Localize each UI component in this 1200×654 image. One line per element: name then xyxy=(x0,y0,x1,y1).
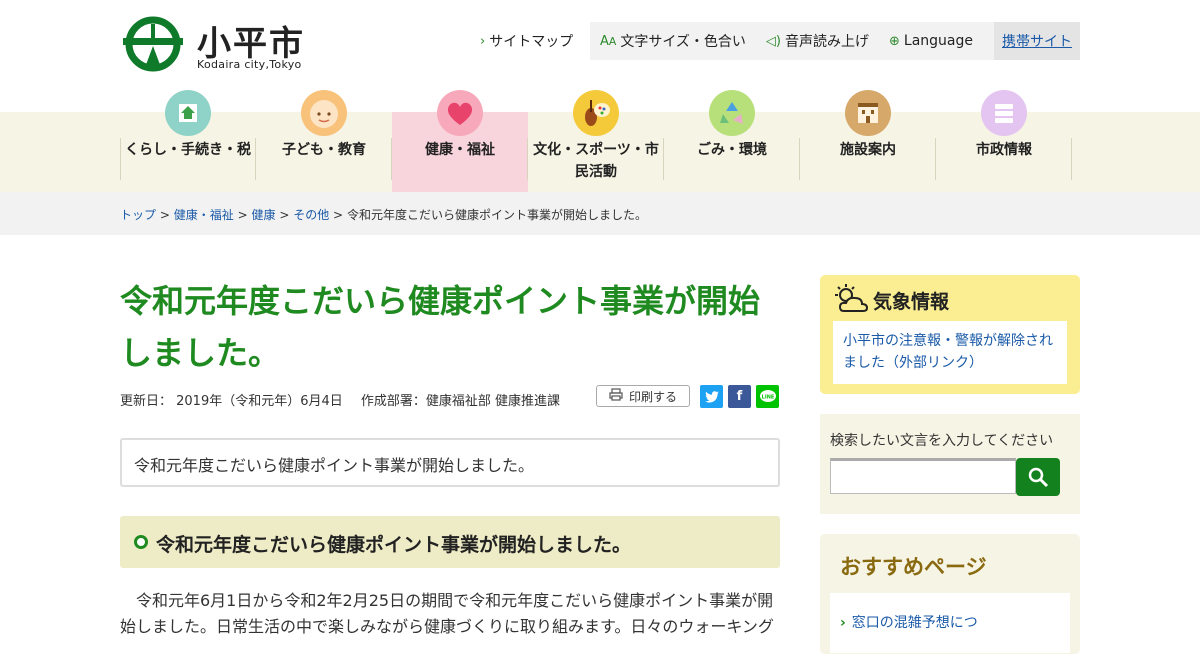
nav-item-city-info[interactable]: 市政情報 xyxy=(936,90,1072,192)
recycle-icon xyxy=(709,90,755,136)
house-icon xyxy=(165,90,211,136)
breadcrumb: トップ > 健康・福祉 > 健康 > その他 > 令和元年度こだいら健康ポイント… xyxy=(0,192,1200,235)
weather-alert-link[interactable]: 小平市の注意報・警報が解除されました（外部リンク） xyxy=(833,321,1067,384)
line-icon[interactable]: LINE xyxy=(756,385,779,408)
nav-label: ごみ・環境 xyxy=(697,142,767,158)
nav-label: 子ども・教育 xyxy=(282,142,366,158)
chevron-right-icon: › xyxy=(840,615,846,631)
breadcrumb-other[interactable]: その他 xyxy=(293,208,329,222)
sitemap-link[interactable]: › サイトマップ xyxy=(480,22,573,60)
site-logo[interactable]: 小平市 Kodaira city,Tokyo xyxy=(120,14,320,74)
read-aloud-button[interactable]: ◁) 音声読み上げ xyxy=(766,31,869,51)
search-button[interactable] xyxy=(1016,458,1060,496)
nav-label: 市政情報 xyxy=(976,142,1032,158)
nav-item-facilities[interactable]: 施設案内 xyxy=(800,90,936,192)
breadcrumb-separator: > xyxy=(159,208,170,222)
svg-text:LINE: LINE xyxy=(761,395,774,401)
weather-panel: 気象情報 小平市の注意報・警報が解除されました（外部リンク） xyxy=(820,275,1080,394)
heart-icon xyxy=(437,90,483,136)
violin-palette-icon xyxy=(573,90,619,136)
nav-item-garbage[interactable]: ごみ・環境 xyxy=(664,90,800,192)
breadcrumb-separator: > xyxy=(237,208,248,222)
search-panel: 検索したい文言を入力してください xyxy=(820,414,1080,514)
recommend-panel: おすすめページ › 窓口の混雑予想につ xyxy=(820,534,1080,654)
read-aloud-label: 音声読み上げ xyxy=(785,34,869,50)
utility-group: AA 文字サイズ・色合い ◁) 音声読み上げ ⊕ Language xyxy=(590,22,994,60)
weather-title: 気象情報 xyxy=(873,291,950,313)
page-title: 令和元年度こだいら健康ポイント事業が開始 しました。 xyxy=(120,275,780,379)
speaker-icon: ◁) xyxy=(765,33,781,49)
child-face-icon xyxy=(301,90,347,136)
nav-item-culture[interactable]: 文化・スポーツ・市民活動 xyxy=(528,90,664,192)
nav-label: 施設案内 xyxy=(840,142,896,158)
twitter-icon[interactable] xyxy=(700,385,723,408)
document-icon xyxy=(981,90,1027,136)
section-heading: 令和元年度こだいら健康ポイント事業が開始しました。 xyxy=(120,516,780,568)
summary-box: 令和元年度こだいら健康ポイント事業が開始しました。 xyxy=(120,438,780,487)
search-label: 検索したい文言を入力してください xyxy=(830,433,1054,449)
mobile-site-link[interactable]: 携帯サイト xyxy=(994,22,1080,60)
nav-label: 文化・スポーツ・市民活動 xyxy=(533,142,659,180)
logo-subtitle: Kodaira city,Tokyo xyxy=(197,58,302,71)
body-paragraph: 令和元年6月1日から令和2年2月25日の期間で令和元年度こだいら健康ポイント事業… xyxy=(120,591,774,636)
sitemap-label: サイトマップ xyxy=(489,34,574,50)
updated-date: 更新日： 2019年（令和元年）6月4日 xyxy=(120,394,343,409)
breadcrumb-separator: > xyxy=(333,208,344,222)
nav-item-children[interactable]: 子ども・教育 xyxy=(256,90,392,192)
breadcrumb-health-welfare[interactable]: 健康・福祉 xyxy=(174,208,234,222)
search-input[interactable] xyxy=(830,458,1016,494)
globe-icon: ⊕ xyxy=(889,33,900,49)
global-nav: くらし・手続き・税 子ども・教育 健康・福祉 文化・スポーツ・市民活動 ごみ・環… xyxy=(0,90,1200,192)
recommend-item-label: 窓口の混雑予想につ xyxy=(851,615,978,631)
section-heading-text: 令和元年度こだいら健康ポイント事業が開始しました。 xyxy=(156,534,632,556)
language-label: Language xyxy=(903,33,973,49)
nav-label: 健康・福祉 xyxy=(425,142,495,158)
nav-label: くらし・手続き・税 xyxy=(125,142,251,158)
recommend-list: › 窓口の混雑予想につ xyxy=(830,593,1070,653)
breadcrumb-separator: > xyxy=(279,208,290,222)
language-button[interactable]: ⊕ Language xyxy=(889,33,973,49)
heading-bullet-icon xyxy=(134,535,148,549)
mobile-site-label: 携帯サイト xyxy=(1002,34,1072,50)
print-button[interactable]: 印刷する xyxy=(596,385,690,407)
search-icon xyxy=(1028,467,1049,488)
page-title-line-2: しました。 xyxy=(120,334,281,372)
nav-item-health[interactable]: 健康・福祉 xyxy=(392,90,528,192)
facebook-icon[interactable]: f xyxy=(728,385,751,408)
page-meta: 更新日： 2019年（令和元年）6月4日 作成部署：健康福祉部 健康推進課 xyxy=(120,390,560,409)
weather-cloud-sun-icon xyxy=(832,283,870,319)
recommend-title: おすすめページ xyxy=(840,555,987,579)
breadcrumb-current: 令和元年度こだいら健康ポイント事業が開始しました。 xyxy=(346,208,647,222)
font-color-label: 文字サイズ・色合い xyxy=(620,34,746,50)
page-title-line-1: 令和元年度こだいら健康ポイント事業が開始 xyxy=(120,282,761,320)
breadcrumb-top[interactable]: トップ xyxy=(120,208,156,222)
font-color-button[interactable]: AA 文字サイズ・色合い xyxy=(600,31,746,51)
nav-item-living[interactable]: くらし・手続き・税 xyxy=(120,90,256,192)
department: 作成部署：健康福祉部 健康推進課 xyxy=(360,394,561,409)
chevron-right-icon: › xyxy=(480,33,486,49)
breadcrumb-health[interactable]: 健康 xyxy=(251,208,275,222)
kodaira-emblem-icon xyxy=(123,16,183,72)
font-size-icon: AA xyxy=(600,33,617,49)
print-label: 印刷する xyxy=(628,389,677,404)
building-icon xyxy=(845,90,891,136)
printer-icon xyxy=(609,388,623,404)
nav-divider xyxy=(1071,138,1072,180)
recommend-item[interactable]: › 窓口の混雑予想につ xyxy=(840,612,978,632)
